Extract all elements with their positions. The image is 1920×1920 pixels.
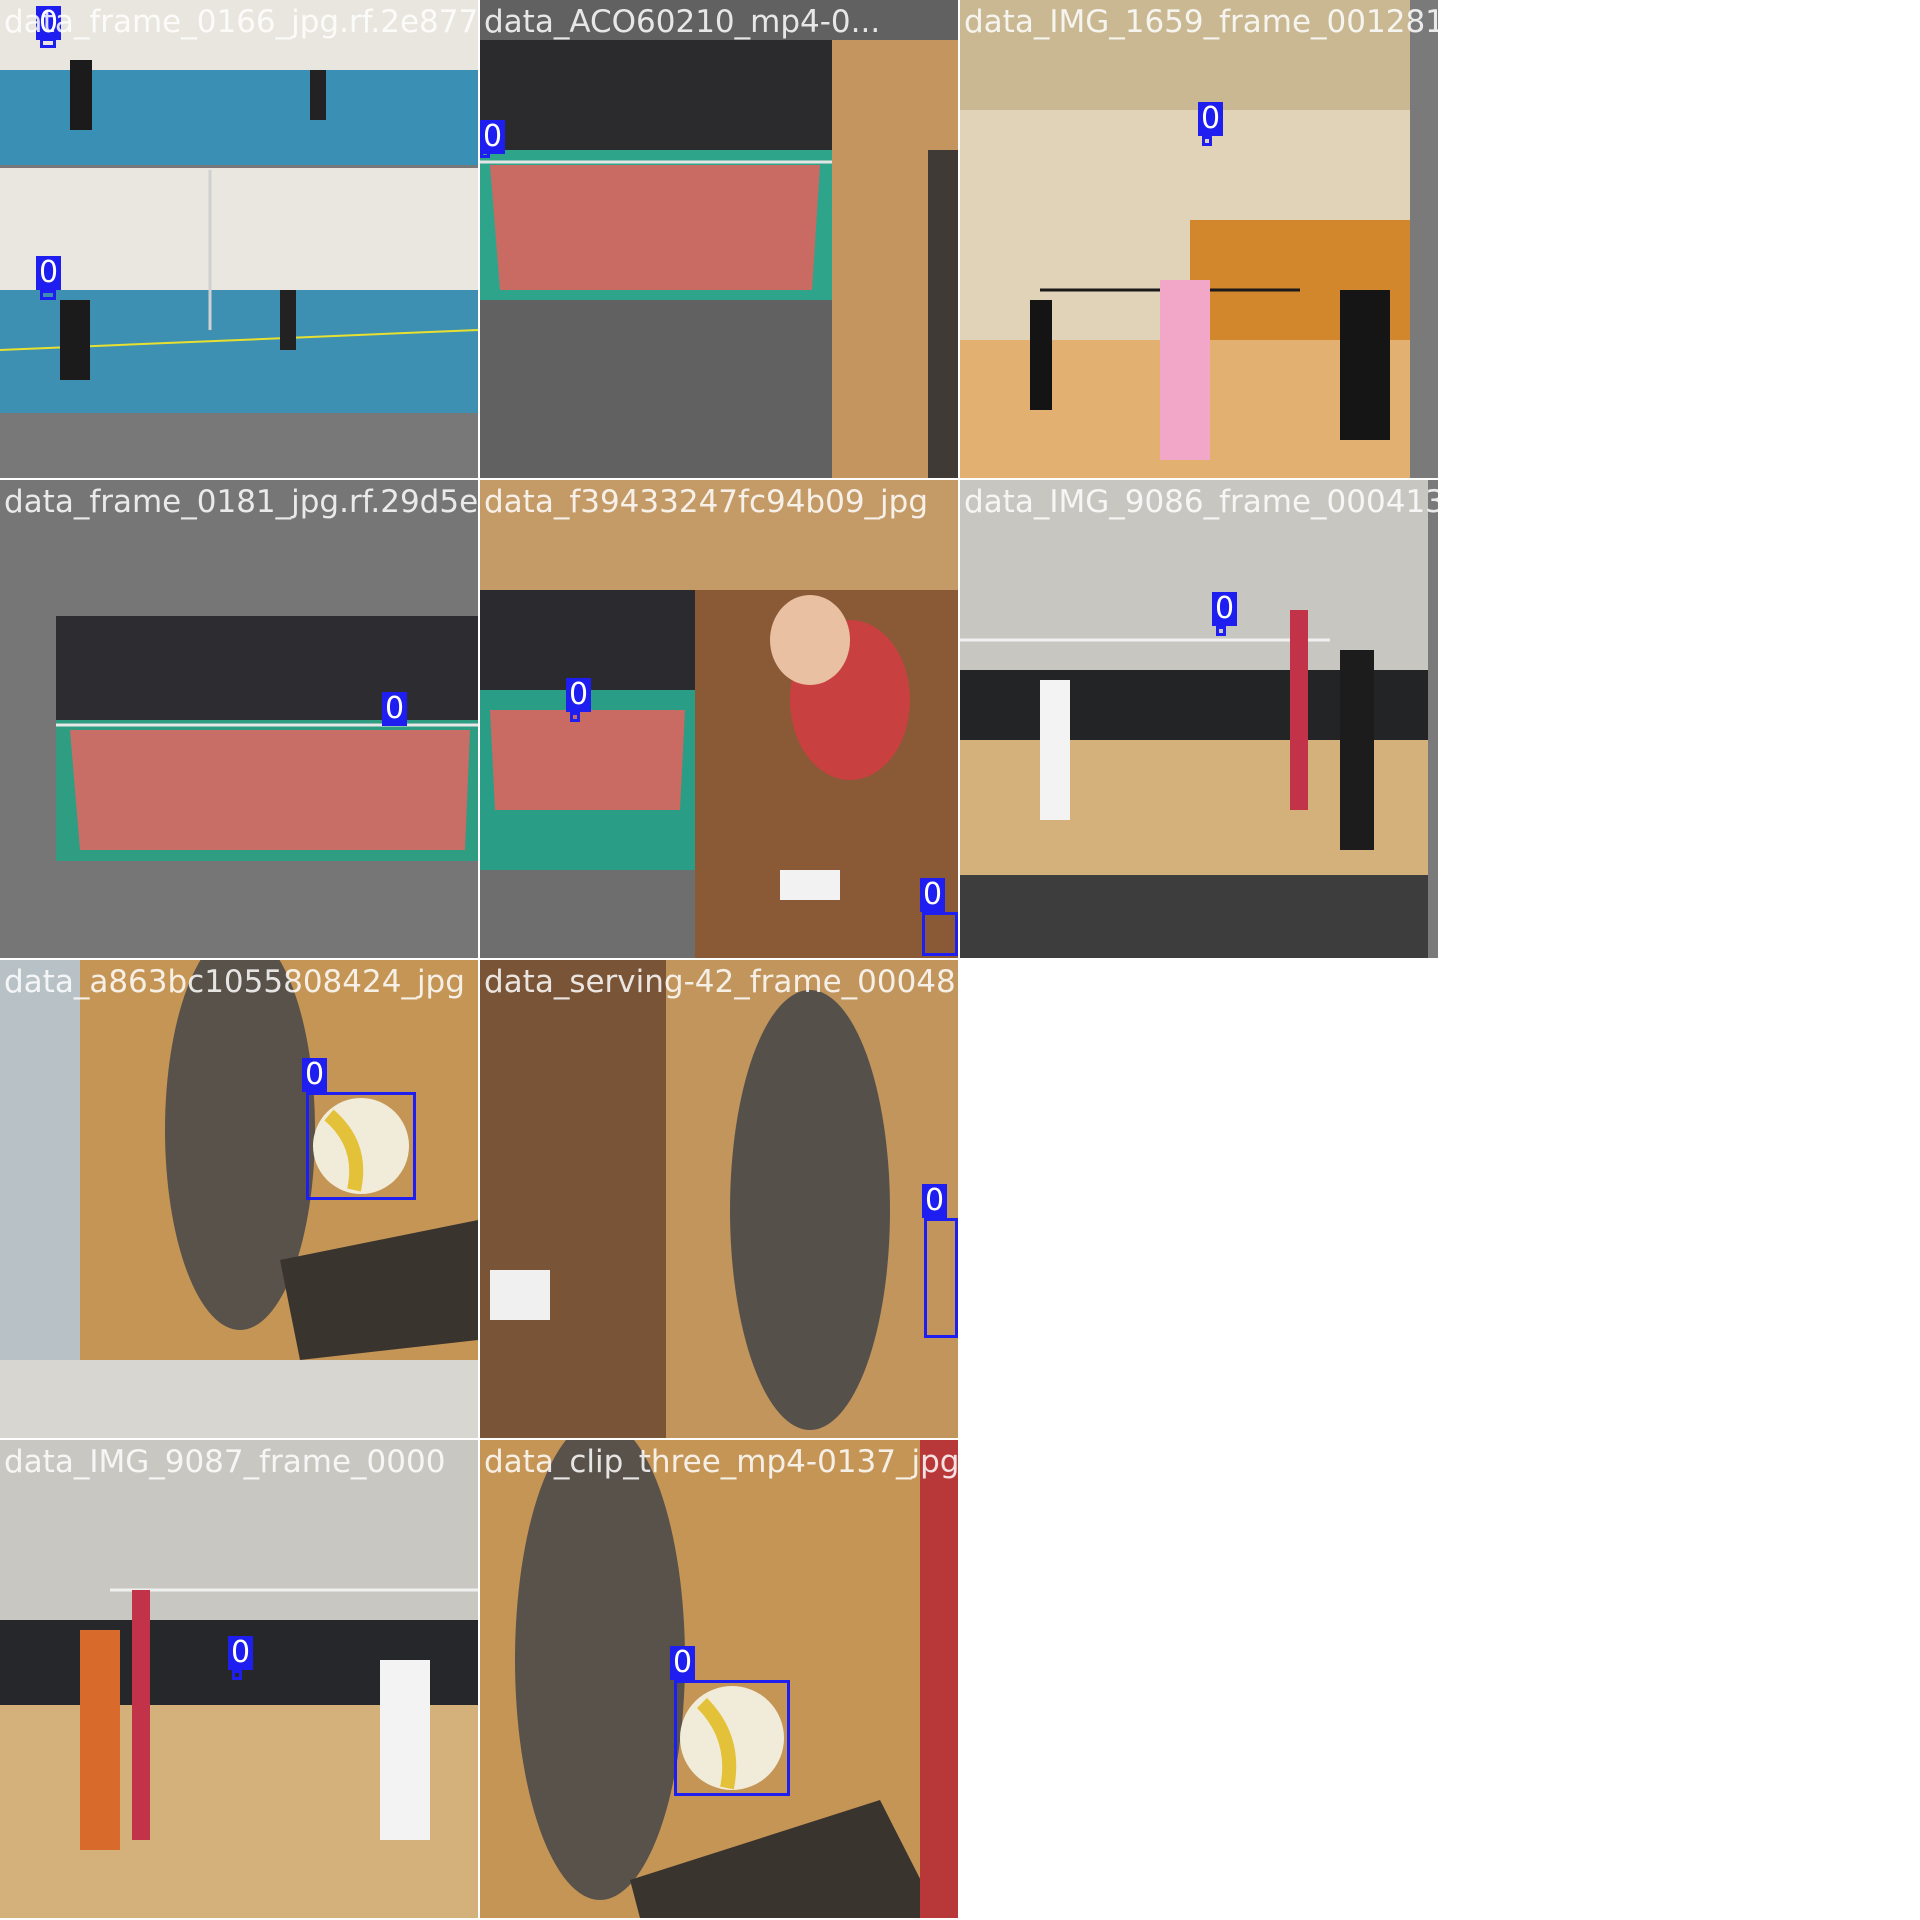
mosaic-tile-7: data_a863bc1055808424_jpg 0 <box>0 960 478 1438</box>
bounding-box <box>232 1670 242 1680</box>
mosaic-tile-1: data_frame_0166_jpg.rf.2e8772fa34e5b0a10… <box>0 0 478 478</box>
mosaic-tile-2: data_ACO60210_mp4-0... 0 <box>480 0 958 478</box>
detection-mosaic: data_frame_0166_jpg.rf.2e8772fa34e5b0a10… <box>0 0 1920 1920</box>
bounding-box <box>570 712 580 722</box>
mosaic-tile-10: data_clip_three_mp4-0137_jpg.rf.1e9fa474… <box>480 1440 958 1918</box>
mosaic-tile-4: data_frame_0181_jpg.rf.29d5e8ac5a 0 <box>0 480 478 958</box>
tile-3-filename: data_IMG_1659_frame_001281.jpg <box>964 4 1438 40</box>
bounding-box <box>306 1092 416 1200</box>
tile-7-filename: data_a863bc1055808424_jpg <box>4 964 465 1000</box>
tile-5-filename: data_f39433247fc94b09_jpg <box>484 484 929 520</box>
tile-2-filename: data_ACO60210_mp4-0... <box>484 4 881 40</box>
mosaic-tile-3: data_IMG_1659_frame_001281.jpg 0 <box>960 0 1438 478</box>
class-label: 0 <box>920 878 946 912</box>
mosaic-tile-6: data_IMG_9086_frame_000413.jpg 0 <box>960 480 1438 958</box>
class-label: 0 <box>1198 102 1224 136</box>
tile-1-image <box>0 0 478 478</box>
mosaic-tile-8: data_serving-42_frame_000486.jpg 0 <box>480 960 958 1438</box>
tile-2-image <box>480 0 958 478</box>
tile-6-image <box>960 480 1438 958</box>
tile-8-filename: data_serving-42_frame_000486.jpg <box>484 964 958 1000</box>
tile-9-filename: data_IMG_9087_frame_0000 <box>4 1444 446 1480</box>
class-label: 0 <box>36 256 62 290</box>
class-label: 0 <box>480 120 506 154</box>
class-label: 0 <box>1212 592 1238 626</box>
tile-10-image <box>480 1440 958 1918</box>
class-label: 0 <box>302 1058 328 1092</box>
bounding-box <box>674 1680 790 1796</box>
tile-6-filename: data_IMG_9086_frame_000413.jpg <box>964 484 1438 520</box>
tile-10-filename: data_clip_three_mp4-0137_jpg.rf.1e9fa474 <box>484 1444 958 1480</box>
tile-1-filename: data_frame_0166_jpg.rf.2e8772fa34e5b0a10 <box>4 4 478 40</box>
volleyball-icon <box>313 1098 409 1194</box>
mosaic-tile-5: data_f39433247fc94b09_jpg 0 0 <box>480 480 958 958</box>
class-label: 0 <box>382 692 408 726</box>
class-label: 0 <box>670 1646 696 1680</box>
bounding-box <box>40 290 56 300</box>
bounding-box <box>1216 626 1226 636</box>
tile-5-image <box>480 480 958 958</box>
volleyball-icon <box>680 1686 784 1790</box>
tile-4-filename: data_frame_0181_jpg.rf.29d5e8ac5a <box>4 484 478 520</box>
mosaic-tile-9: data_IMG_9087_frame_0000 0 <box>0 1440 478 1918</box>
class-label: 0 <box>228 1636 254 1670</box>
class-label: 0 <box>566 678 592 712</box>
bounding-box <box>1202 136 1212 146</box>
class-label: 0 <box>922 1184 948 1218</box>
tile-8-image <box>480 960 958 1438</box>
bounding-box <box>924 1218 958 1338</box>
bounding-box <box>922 912 958 956</box>
tile-3-image <box>960 0 1438 478</box>
